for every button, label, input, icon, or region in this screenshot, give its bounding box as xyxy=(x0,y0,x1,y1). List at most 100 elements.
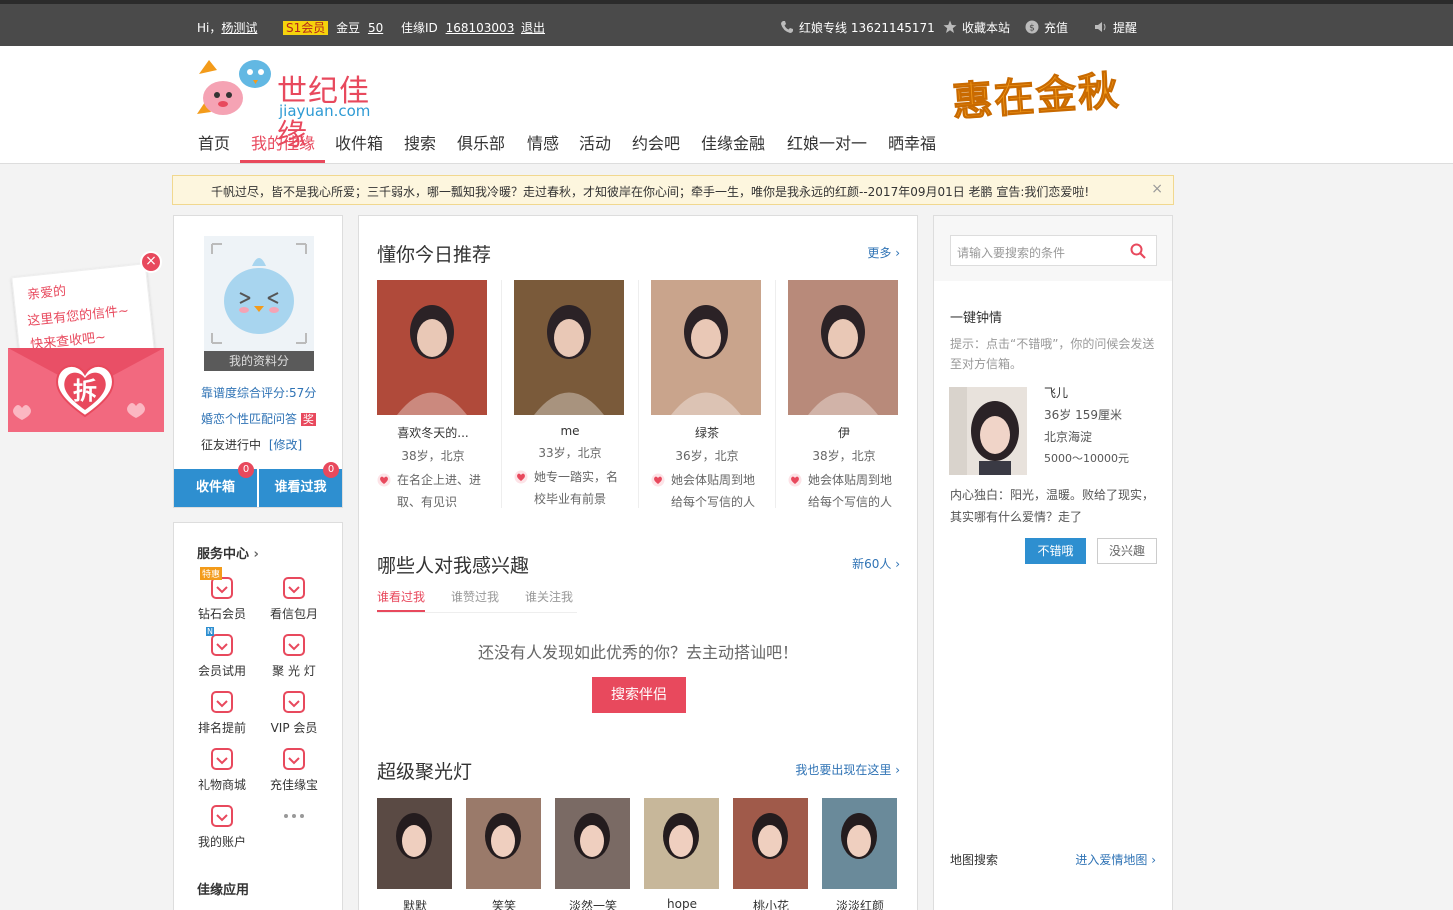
not-interested-button[interactable]: 没兴趣 xyxy=(1097,538,1157,564)
service-gift[interactable]: 礼物商城 xyxy=(192,746,252,793)
service-label: 聚 光 灯 xyxy=(272,664,316,678)
service-wallet[interactable]: 充佳缘宝 xyxy=(264,746,324,793)
nav-club[interactable]: 俱乐部 xyxy=(457,130,505,154)
member-photo-image xyxy=(808,305,878,415)
new-visitors-link[interactable]: 新60人 › xyxy=(852,555,900,572)
tab-followed-me[interactable]: 谁关注我 xyxy=(525,588,573,605)
main-content: 懂你今日推荐 更多 › 喜欢冬天的... 38岁，北京 在名企上进、进取、有见识 me… xyxy=(358,215,918,910)
member-photo[interactable] xyxy=(788,280,898,415)
open-letter-button[interactable]: 拆 xyxy=(55,363,115,419)
autumn-promo-banner[interactable]: 惠在金秋 xyxy=(944,56,1156,127)
spotlight-name[interactable]: 桃小花 xyxy=(733,897,809,910)
bookmark-link[interactable]: 收藏本站 xyxy=(943,19,1010,36)
spotlight-card[interactable]: 桃小花 xyxy=(733,798,809,910)
spotlight-name[interactable]: 淡然一笑 xyxy=(555,897,631,910)
spotlight-name[interactable]: hope xyxy=(644,897,720,910)
member-name[interactable]: 喜欢冬天的... xyxy=(377,424,489,441)
spotlight-card[interactable]: 淡然一笑 xyxy=(555,798,631,910)
spotlight-photo[interactable] xyxy=(377,798,452,889)
quiz-link[interactable]: 婚恋个性匹配问答 xyxy=(201,412,297,426)
service-more[interactable]: ··· xyxy=(264,803,324,833)
nav-search[interactable]: 搜索 xyxy=(404,130,436,154)
service-diamond[interactable]: 特惠 钻石会员 xyxy=(192,567,252,622)
close-icon[interactable]: × xyxy=(140,251,162,273)
nav-finance[interactable]: 佳缘金融 xyxy=(701,130,765,154)
recommend-more-link[interactable]: 更多 › xyxy=(867,244,900,261)
spotlight-photo[interactable] xyxy=(555,798,630,889)
edit-status-link[interactable]: [修改] xyxy=(269,438,302,452)
nav-emotion[interactable]: 情感 xyxy=(527,130,559,154)
username-link[interactable]: 杨测试 xyxy=(221,21,257,35)
site-logo[interactable]: 世纪佳缘 jiayuan.com xyxy=(195,54,395,153)
member-photo[interactable] xyxy=(377,280,487,415)
mail-notification-popup[interactable]: 亲爱的 这里有您的信件~ 快来查收吧~ 拆 × xyxy=(8,250,168,435)
spotlight-photo[interactable] xyxy=(466,798,541,889)
nav-activity[interactable]: 活动 xyxy=(579,130,611,154)
candidate-name[interactable]: 飞儿 xyxy=(1044,384,1068,401)
recommend-card[interactable]: 绿茶 36岁，北京 她会体贴周到地给每个写信的人 xyxy=(651,280,763,513)
user-id: 佳缘ID 168103003 xyxy=(401,19,514,36)
nav-my-jiayuan[interactable]: 我的佳缘 xyxy=(251,130,315,154)
spotlight-card[interactable]: 淡淡红颜 xyxy=(822,798,898,910)
candidate-photo[interactable] xyxy=(949,387,1027,475)
spotlight-photo[interactable] xyxy=(644,798,719,889)
spotlight-name[interactable]: 淡淡红颜 xyxy=(822,897,898,910)
vip-badge[interactable]: S1会员 xyxy=(283,21,329,35)
service-rank-up[interactable]: 排名提前 xyxy=(192,689,252,736)
tab-liked-me[interactable]: 谁赞过我 xyxy=(451,588,499,605)
member-photo[interactable] xyxy=(651,280,761,415)
spotlight-name[interactable]: 默默 xyxy=(377,897,453,910)
tab-viewed-me[interactable]: 谁看过我 xyxy=(377,588,425,605)
avatar[interactable]: 我的资料分 xyxy=(204,236,314,371)
nav-happiness[interactable]: 晒幸福 xyxy=(888,130,936,154)
logout-link[interactable]: 退出 xyxy=(521,19,545,36)
service-mail[interactable]: 看信包月 xyxy=(264,575,324,622)
service-label: 充佳缘宝 xyxy=(269,778,318,792)
close-icon[interactable]: × xyxy=(1151,181,1163,197)
service-spotlight[interactable]: 聚 光 灯 xyxy=(264,632,324,679)
recommend-card[interactable]: 喜欢冬天的... 38岁，北京 在名企上进、进取、有见识 xyxy=(377,280,489,513)
spotlight-card[interactable]: hope xyxy=(644,798,720,910)
love-map-link[interactable]: 进入爱情地图 › xyxy=(1075,851,1156,868)
member-name[interactable]: 伊 xyxy=(788,424,900,441)
remind-link[interactable]: 提醒 xyxy=(1094,19,1137,36)
tab-active-underline xyxy=(377,610,425,612)
service-crown[interactable]: N 会员试用 xyxy=(192,627,252,679)
nav-inbox[interactable]: 收件箱 xyxy=(335,130,383,154)
profile-card: 我的资料分 靠谱度综合评分:57分 婚恋个性匹配问答 奖 征友进行中 [修改] … xyxy=(173,215,343,508)
search-partner-button[interactable]: 搜索伴侣 xyxy=(592,677,686,713)
inbox-button[interactable]: 收件箱 0 xyxy=(174,462,257,507)
spotlight-name[interactable]: 笑笑 xyxy=(466,897,542,910)
member-info: 38岁，北京 xyxy=(401,449,465,463)
search-icon[interactable] xyxy=(1130,243,1146,259)
member-name[interactable]: 绿茶 xyxy=(651,424,763,441)
service-account[interactable]: 我的账户 xyxy=(192,803,252,850)
service-label: 礼物商城 xyxy=(197,778,246,792)
id-value-link[interactable]: 168103003 xyxy=(446,21,515,35)
gold-value-link[interactable]: 50 xyxy=(368,21,383,35)
nav-home[interactable]: 首页 xyxy=(198,130,230,154)
member-name[interactable]: me xyxy=(514,424,626,438)
reliability-score[interactable]: 靠谱度综合评分:57分 xyxy=(201,384,316,401)
visitors-count-badge: 0 xyxy=(323,462,339,478)
recommend-card[interactable]: 伊 38岁，北京 她会体贴周到地给每个写信的人 xyxy=(788,280,900,513)
join-spotlight-link[interactable]: 我也要出现在这里 › xyxy=(795,761,900,778)
diamond-icon: 特惠 xyxy=(200,567,236,601)
nav-matchmaker[interactable]: 红娘一对一 xyxy=(787,130,867,154)
chevron-right-icon: › xyxy=(895,246,900,260)
like-button[interactable]: 不错哦 xyxy=(1025,538,1086,564)
recommend-card[interactable]: me 33岁，北京 她专一踏实，名校毕业有前景 xyxy=(514,280,626,510)
spotlight-card[interactable]: 笑笑 xyxy=(466,798,542,910)
nav-dating[interactable]: 约会吧 xyxy=(632,130,680,154)
spotlight-photo[interactable] xyxy=(733,798,808,889)
spotlight-photo[interactable] xyxy=(822,798,897,889)
service-vip-crown[interactable]: VIP 会员 xyxy=(264,689,324,736)
recharge-link[interactable]: $ 充值 xyxy=(1025,19,1068,36)
member-photo[interactable] xyxy=(514,280,624,415)
spotlight-card[interactable]: 默默 xyxy=(377,798,453,910)
service-label: 看信包月 xyxy=(269,607,318,621)
service-center-title[interactable]: 服务中心 › xyxy=(197,543,259,562)
quick-buttons: 收件箱 0 谁看过我 0 xyxy=(174,462,342,507)
search-input[interactable]: 请输入要搜索的条件 xyxy=(950,235,1157,266)
visitors-button[interactable]: 谁看过我 0 xyxy=(259,462,342,507)
